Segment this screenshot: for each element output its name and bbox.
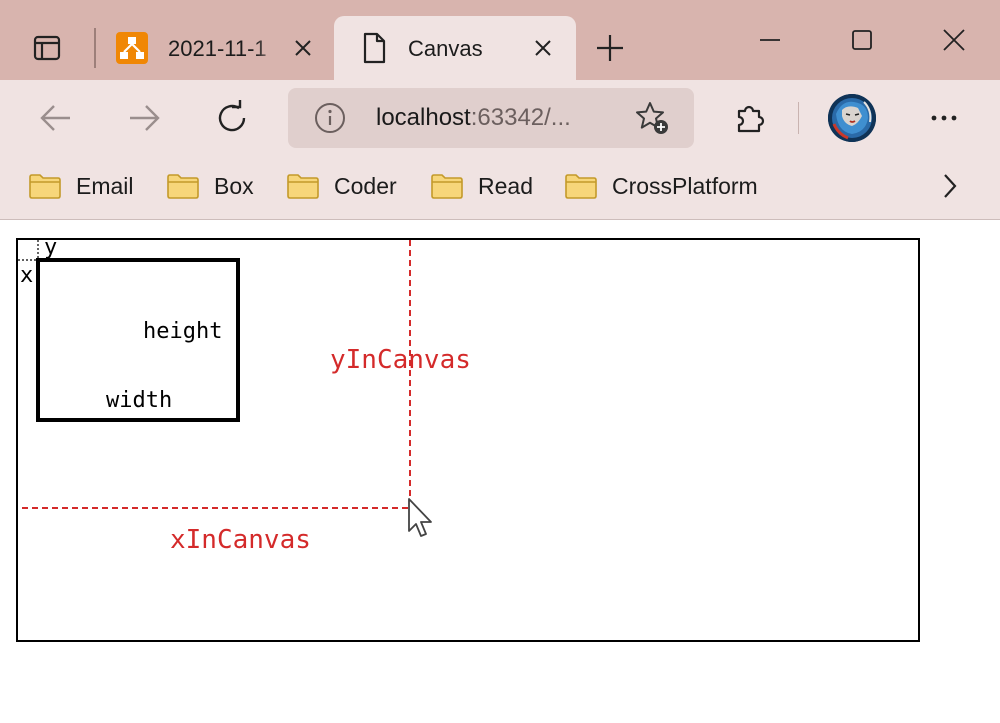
tab-strip: 2021-11-1 Canvas [0, 0, 1000, 80]
tab-drawio[interactable]: 2021-11-1 [102, 16, 330, 80]
tab-close-button[interactable] [289, 34, 317, 62]
more-menu-button[interactable] [922, 96, 966, 140]
x-in-canvas-label: xInCanvas [170, 525, 311, 555]
canvas[interactable]: x y height width yInCanvas xInCanvas [16, 238, 920, 642]
favorite-email[interactable]: Email [28, 170, 134, 202]
tab-title: Canvas [408, 36, 483, 61]
height-label: height [143, 319, 222, 344]
favorite-label: CrossPlatform [612, 172, 758, 199]
toolbar-separator [798, 102, 799, 134]
close-icon [943, 29, 965, 51]
favorites-more-button[interactable] [934, 168, 966, 204]
address-bar[interactable]: localhost:63342/... [288, 88, 694, 148]
chevron-right-icon [944, 174, 957, 198]
favorite-label: Read [478, 172, 533, 199]
arrow-right-icon [130, 105, 160, 131]
more-icon [931, 115, 957, 121]
favorite-label: Coder [334, 172, 397, 199]
refresh-icon [218, 100, 246, 132]
address-host: localhost [376, 104, 471, 131]
tab-actions-button[interactable] [22, 30, 72, 66]
folder-icon [565, 174, 597, 199]
tab-divider [94, 28, 96, 68]
favorite-coder[interactable]: Coder [286, 170, 397, 202]
width-label: width [106, 388, 172, 413]
favorite-label: Box [214, 172, 254, 199]
tab-actions-icon [33, 35, 61, 61]
toolbar: localhost:63342/... [0, 80, 1000, 156]
page-content: x y height width yInCanvas xInCanvas [0, 221, 1000, 723]
favorite-box[interactable]: Box [166, 170, 254, 202]
minimize-button[interactable] [747, 22, 793, 58]
star-plus-icon [636, 102, 668, 134]
favorite-label: Email [76, 172, 134, 199]
address-text[interactable]: localhost:63342/... [376, 104, 571, 132]
close-icon [535, 40, 551, 56]
tab-canvas[interactable]: Canvas [334, 16, 576, 80]
address-rest: :63342/... [470, 104, 571, 131]
canvas-drawing: x y height width yInCanvas xInCanvas [18, 240, 471, 555]
mouse-cursor-icon [408, 498, 432, 537]
maximize-icon [852, 30, 872, 50]
favorite-crossplatform[interactable]: CrossPlatform [564, 170, 758, 202]
puzzle-icon [737, 105, 765, 133]
profile-avatar[interactable] [828, 94, 876, 142]
folder-icon [431, 174, 463, 199]
maximize-button[interactable] [839, 22, 885, 58]
forward-button[interactable] [122, 96, 166, 140]
drawio-icon [116, 32, 148, 64]
favorites-bar: Email Box Coder Read CrossPlatform [0, 156, 1000, 220]
favorite-read[interactable]: Read [430, 170, 533, 202]
folder-icon [287, 174, 319, 199]
arrow-left-icon [40, 105, 70, 131]
tab-close-button[interactable] [529, 34, 557, 62]
plus-icon [597, 35, 623, 61]
close-icon [295, 40, 311, 56]
folder-icon [29, 174, 61, 199]
lion-avatar-icon [828, 94, 876, 142]
folder-icon [167, 174, 199, 199]
add-favorite-button[interactable] [634, 100, 670, 136]
new-tab-button[interactable] [590, 30, 630, 66]
refresh-button[interactable] [210, 96, 254, 140]
close-window-button[interactable] [931, 22, 977, 58]
y-label: y [44, 240, 57, 260]
y-in-canvas-label: yInCanvas [330, 345, 471, 375]
x-label: x [20, 263, 33, 288]
tab-title: 2021-11-1 [168, 36, 267, 61]
extensions-button[interactable] [728, 96, 772, 140]
info-icon[interactable] [314, 102, 346, 134]
minimize-icon [760, 39, 780, 41]
back-button[interactable] [34, 96, 78, 140]
page-icon [363, 32, 386, 64]
